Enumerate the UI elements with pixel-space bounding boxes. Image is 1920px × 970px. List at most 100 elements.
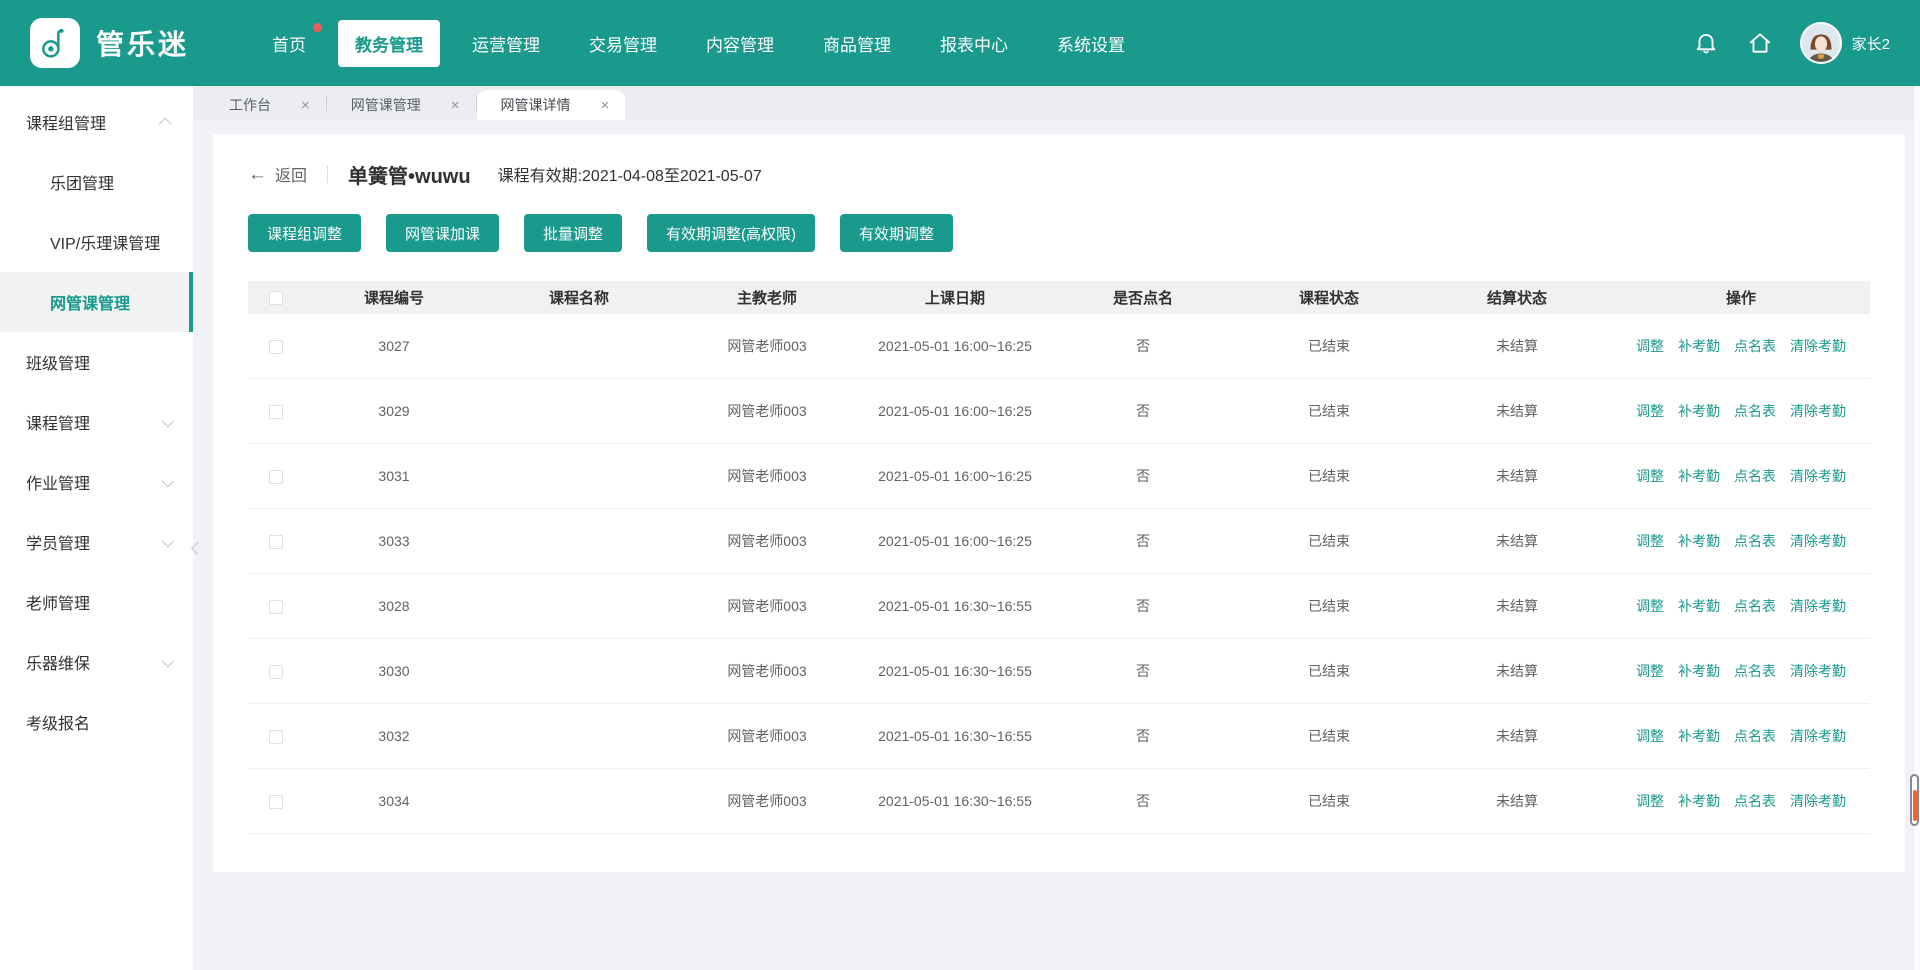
sidebar-item-7[interactable]: 学员管理 — [0, 512, 193, 572]
sidebar-item-4[interactable]: 班级管理 — [0, 332, 193, 392]
action-link-0[interactable]: 调整 — [1636, 466, 1664, 486]
scrollbar-thumb[interactable] — [1910, 774, 1919, 826]
action-link-1[interactable]: 补考勤 — [1678, 401, 1720, 421]
sidebar-collapse-handle[interactable] — [189, 528, 205, 568]
home-button[interactable] — [1746, 29, 1774, 57]
action-link-2[interactable]: 点名表 — [1734, 466, 1776, 486]
cell-settle: 未结算 — [1422, 401, 1612, 421]
sidebar-item-label: 乐器维保 — [26, 650, 90, 674]
action-link-1[interactable]: 补考勤 — [1678, 791, 1720, 811]
nav-item-label: 内容管理 — [706, 36, 774, 55]
row-checkbox[interactable] — [269, 405, 283, 419]
sidebar-item-1[interactable]: 乐团管理 — [0, 152, 193, 212]
action-link-0[interactable]: 调整 — [1636, 336, 1664, 356]
cell-date: 2021-05-01 16:00~16:25 — [860, 468, 1050, 484]
tab-0[interactable]: 工作台× — [205, 90, 326, 120]
brand-logo[interactable]: 管乐迷 — [30, 18, 189, 68]
tab-2[interactable]: 网管课详情× — [477, 90, 626, 120]
action-link-1[interactable]: 补考勤 — [1678, 596, 1720, 616]
sidebar-item-5[interactable]: 课程管理 — [0, 392, 193, 452]
action-link-3[interactable]: 清除考勤 — [1790, 401, 1846, 421]
action-link-2[interactable]: 点名表 — [1734, 336, 1776, 356]
action-link-1[interactable]: 补考勤 — [1678, 531, 1720, 551]
action-link-3[interactable]: 清除考勤 — [1790, 726, 1846, 746]
nav-item-0[interactable]: 首页 — [255, 20, 323, 67]
toolbar-button-2[interactable]: 批量调整 — [524, 214, 622, 252]
select-all-checkbox[interactable] — [269, 291, 283, 305]
action-link-2[interactable]: 点名表 — [1734, 531, 1776, 551]
cell-settle: 未结算 — [1422, 336, 1612, 356]
sidebar-item-label: 班级管理 — [26, 350, 90, 374]
table-row: 3033网管老师0032021-05-01 16:00~16:25否已结束未结算… — [248, 509, 1870, 574]
nav-item-3[interactable]: 交易管理 — [572, 20, 674, 67]
nav-item-5[interactable]: 商品管理 — [806, 20, 908, 67]
sidebar-item-9[interactable]: 乐器维保 — [0, 632, 193, 692]
sidebar-item-label: 作业管理 — [26, 470, 90, 494]
sidebar-item-0[interactable]: 课程组管理 — [0, 92, 193, 152]
nav-item-1[interactable]: 教务管理 — [338, 20, 440, 67]
action-link-1[interactable]: 补考勤 — [1678, 336, 1720, 356]
tab-close-icon[interactable]: × — [601, 98, 610, 113]
column-header-4: 是否点名 — [1050, 287, 1236, 308]
nav-item-2[interactable]: 运营管理 — [455, 20, 557, 67]
cell-id: 3033 — [304, 533, 484, 549]
toolbar-button-3[interactable]: 有效期调整(高权限) — [647, 214, 815, 252]
cell-id: 3031 — [304, 468, 484, 484]
action-link-0[interactable]: 调整 — [1636, 661, 1664, 681]
action-link-1[interactable]: 补考勤 — [1678, 661, 1720, 681]
nav-item-7[interactable]: 系统设置 — [1040, 20, 1142, 67]
action-link-3[interactable]: 清除考勤 — [1790, 466, 1846, 486]
row-checkbox[interactable] — [269, 535, 283, 549]
row-checkbox[interactable] — [269, 730, 283, 744]
action-link-3[interactable]: 清除考勤 — [1790, 596, 1846, 616]
cell-date: 2021-05-01 16:30~16:55 — [860, 728, 1050, 744]
action-link-3[interactable]: 清除考勤 — [1790, 661, 1846, 681]
action-link-0[interactable]: 调整 — [1636, 726, 1664, 746]
chevron-down-icon — [162, 654, 175, 667]
toolbar-button-4[interactable]: 有效期调整 — [840, 214, 953, 252]
chevron-down-icon — [162, 534, 175, 547]
action-link-3[interactable]: 清除考勤 — [1790, 336, 1846, 356]
nav-item-4[interactable]: 内容管理 — [689, 20, 791, 67]
action-link-2[interactable]: 点名表 — [1734, 791, 1776, 811]
sidebar-item-6[interactable]: 作业管理 — [0, 452, 193, 512]
action-link-0[interactable]: 调整 — [1636, 401, 1664, 421]
row-checkbox[interactable] — [269, 600, 283, 614]
action-link-2[interactable]: 点名表 — [1734, 401, 1776, 421]
action-link-3[interactable]: 清除考勤 — [1790, 531, 1846, 551]
cell-teacher: 网管老师003 — [674, 596, 860, 616]
action-link-1[interactable]: 补考勤 — [1678, 466, 1720, 486]
action-link-2[interactable]: 点名表 — [1734, 596, 1776, 616]
row-checkbox[interactable] — [269, 795, 283, 809]
chevron-up-icon — [159, 117, 172, 130]
action-link-2[interactable]: 点名表 — [1734, 661, 1776, 681]
cell-rollcall: 否 — [1050, 726, 1236, 746]
table-row: 3029网管老师0032021-05-01 16:00~16:25否已结束未结算… — [248, 379, 1870, 444]
action-link-0[interactable]: 调整 — [1636, 531, 1664, 551]
row-checkbox[interactable] — [269, 665, 283, 679]
scrollbar-track[interactable] — [1913, 86, 1920, 970]
row-checkbox[interactable] — [269, 470, 283, 484]
column-header-5: 课程状态 — [1236, 287, 1422, 308]
cell-teacher: 网管老师003 — [674, 401, 860, 421]
toolbar-button-0[interactable]: 课程组调整 — [248, 214, 361, 252]
nav-item-6[interactable]: 报表中心 — [923, 20, 1025, 67]
action-link-0[interactable]: 调整 — [1636, 791, 1664, 811]
sidebar-item-8[interactable]: 老师管理 — [0, 572, 193, 632]
action-link-1[interactable]: 补考勤 — [1678, 726, 1720, 746]
sidebar-item-3[interactable]: 网管课管理 — [0, 272, 193, 332]
row-checkbox[interactable] — [269, 340, 283, 354]
column-header-3: 上课日期 — [860, 287, 1050, 308]
action-link-0[interactable]: 调整 — [1636, 596, 1664, 616]
sidebar-item-10[interactable]: 考级报名 — [0, 692, 193, 752]
user-menu[interactable]: 家长2 — [1800, 22, 1890, 64]
action-link-3[interactable]: 清除考勤 — [1790, 791, 1846, 811]
back-button[interactable]: ← 返回 — [248, 162, 307, 186]
tab-1[interactable]: 网管课管理× — [327, 90, 476, 120]
toolbar-button-1[interactable]: 网管课加课 — [386, 214, 499, 252]
tab-close-icon[interactable]: × — [451, 98, 460, 113]
action-link-2[interactable]: 点名表 — [1734, 726, 1776, 746]
notifications-button[interactable] — [1692, 29, 1720, 57]
tab-close-icon[interactable]: × — [301, 98, 310, 113]
sidebar-item-2[interactable]: VIP/乐理课管理 — [0, 212, 193, 272]
